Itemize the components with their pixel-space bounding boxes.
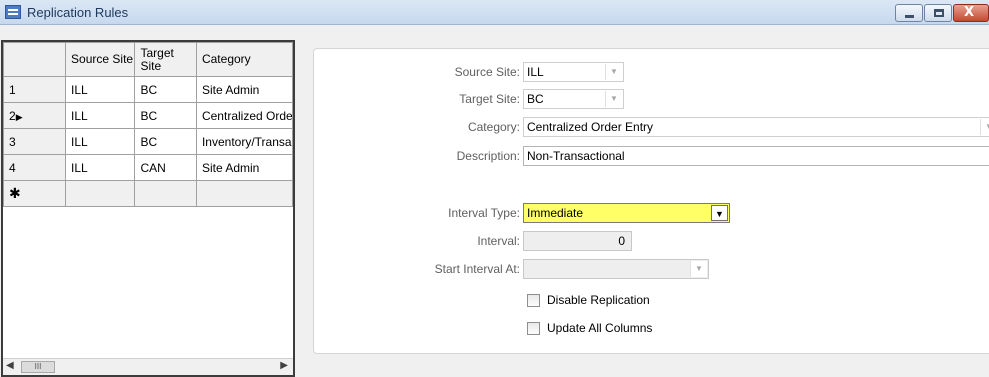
target-site-value: BC [527, 92, 544, 106]
column-header-target-site[interactable]: Target Site [134, 42, 197, 77]
category-value: Centralized Order Entry [527, 120, 654, 134]
new-row-marker: ✱ [2, 180, 67, 207]
table-row[interactable]: 1 ILL BC Site Admin [2, 76, 294, 103]
cell-source-site[interactable]: ILL [65, 128, 136, 155]
interval-type-label: Interval Type: [448, 206, 520, 220]
window-title: Replication Rules [27, 5, 129, 20]
table-row[interactable]: 4 ILL CAN Site Admin [2, 154, 294, 181]
description-input[interactable]: Non-Transactional [523, 146, 989, 166]
close-icon: X [964, 5, 975, 20]
cell-target-site[interactable]: BC [134, 128, 197, 155]
column-header-source-site[interactable]: Source Site [65, 42, 136, 77]
cell-category[interactable]: Site Admin [195, 154, 294, 181]
title-bar[interactable]: Replication Rules X [0, 0, 989, 25]
row-header[interactable]: 2▶ [2, 102, 67, 129]
cell-target-site[interactable]: CAN [134, 154, 197, 181]
interval-type-dropdown[interactable]: Immediate ▼ [523, 203, 730, 223]
row-header[interactable]: 1 [2, 76, 67, 103]
table-row[interactable]: 2▶ ILL BC Centralized Order Entry [2, 102, 294, 129]
scroll-left-icon[interactable]: ◀ [6, 360, 14, 371]
cell-category[interactable]: Site Admin [195, 76, 294, 103]
maximize-button[interactable] [924, 4, 952, 22]
row-header[interactable]: 3 [2, 128, 67, 155]
cell-category[interactable]: Inventory/Transactional [195, 128, 294, 155]
table-header-row: Source Site Target Site Category [2, 42, 294, 77]
source-site-value: ILL [527, 65, 544, 79]
update-all-columns-label[interactable]: Update All Columns [547, 321, 652, 335]
update-all-columns-checkbox[interactable] [527, 322, 540, 335]
window-grid-icon [5, 5, 21, 19]
target-site-label: Target Site: [459, 92, 520, 106]
chevron-down-icon[interactable]: ▼ [690, 261, 707, 277]
source-site-dropdown[interactable]: ILL ▼ [523, 62, 624, 82]
column-header-category[interactable]: Category [195, 42, 294, 77]
cell-category[interactable]: Centralized Order Entry [195, 102, 294, 129]
minimize-button[interactable] [895, 4, 923, 22]
category-dropdown[interactable]: Centralized Order Entry ▼ [523, 117, 989, 137]
cell-source-site[interactable]: ILL [65, 102, 136, 129]
row-header-corner[interactable] [2, 42, 67, 77]
row-number: 4 [9, 160, 16, 175]
current-row-marker: ▶ [15, 111, 23, 122]
interval-type-value: Immediate [527, 206, 584, 220]
rule-detail-panel: Source Site: ILL ▼ Target Site: BC ▼ Cat… [313, 48, 989, 354]
target-site-dropdown[interactable]: BC ▼ [523, 89, 624, 109]
row-number: 2 [9, 108, 16, 123]
rules-grid[interactable]: Source Site Target Site Category 1 ILL B… [1, 40, 295, 377]
horizontal-scrollbar[interactable]: ◀ III ▶ [3, 358, 293, 375]
interval-input[interactable]: 0 [523, 231, 632, 251]
table-row[interactable]: 3 ILL BC Inventory/Transactional [2, 128, 294, 155]
disable-replication-label[interactable]: Disable Replication [547, 293, 650, 307]
close-button[interactable]: X [953, 4, 989, 22]
disable-replication-checkbox[interactable] [527, 294, 540, 307]
cell-new-target-site[interactable] [134, 180, 197, 207]
cell-source-site[interactable]: ILL [65, 154, 136, 181]
rules-table: Source Site Target Site Category 1 ILL B… [2, 42, 294, 207]
start-interval-at-picker[interactable]: ▼ [523, 259, 709, 279]
scroll-thumb[interactable]: III [21, 361, 55, 373]
chevron-down-icon[interactable]: ▼ [980, 119, 989, 135]
cell-new-category[interactable] [195, 180, 294, 207]
row-number: 3 [9, 134, 16, 149]
minimize-icon [905, 15, 914, 18]
scroll-right-icon[interactable]: ▶ [280, 360, 288, 371]
start-interval-at-label: Start Interval At: [434, 262, 520, 276]
replication-rules-window: Replication Rules X Source Site Target S… [0, 0, 989, 377]
maximize-icon [934, 9, 944, 17]
description-label: Description: [456, 149, 520, 163]
cell-target-site[interactable]: BC [134, 102, 197, 129]
new-row[interactable]: ✱ [2, 180, 294, 207]
cell-target-site[interactable]: BC [134, 76, 197, 103]
chevron-down-icon[interactable]: ▼ [711, 205, 728, 221]
cell-new-source-site[interactable] [65, 180, 136, 207]
source-site-label: Source Site: [454, 65, 520, 79]
chevron-down-icon[interactable]: ▼ [605, 91, 622, 107]
row-header[interactable]: 4 [2, 154, 67, 181]
chevron-down-icon[interactable]: ▼ [605, 64, 622, 80]
row-number: 1 [9, 82, 16, 97]
cell-source-site[interactable]: ILL [65, 76, 136, 103]
interval-label: Interval: [477, 234, 520, 248]
category-label: Category: [467, 120, 520, 134]
